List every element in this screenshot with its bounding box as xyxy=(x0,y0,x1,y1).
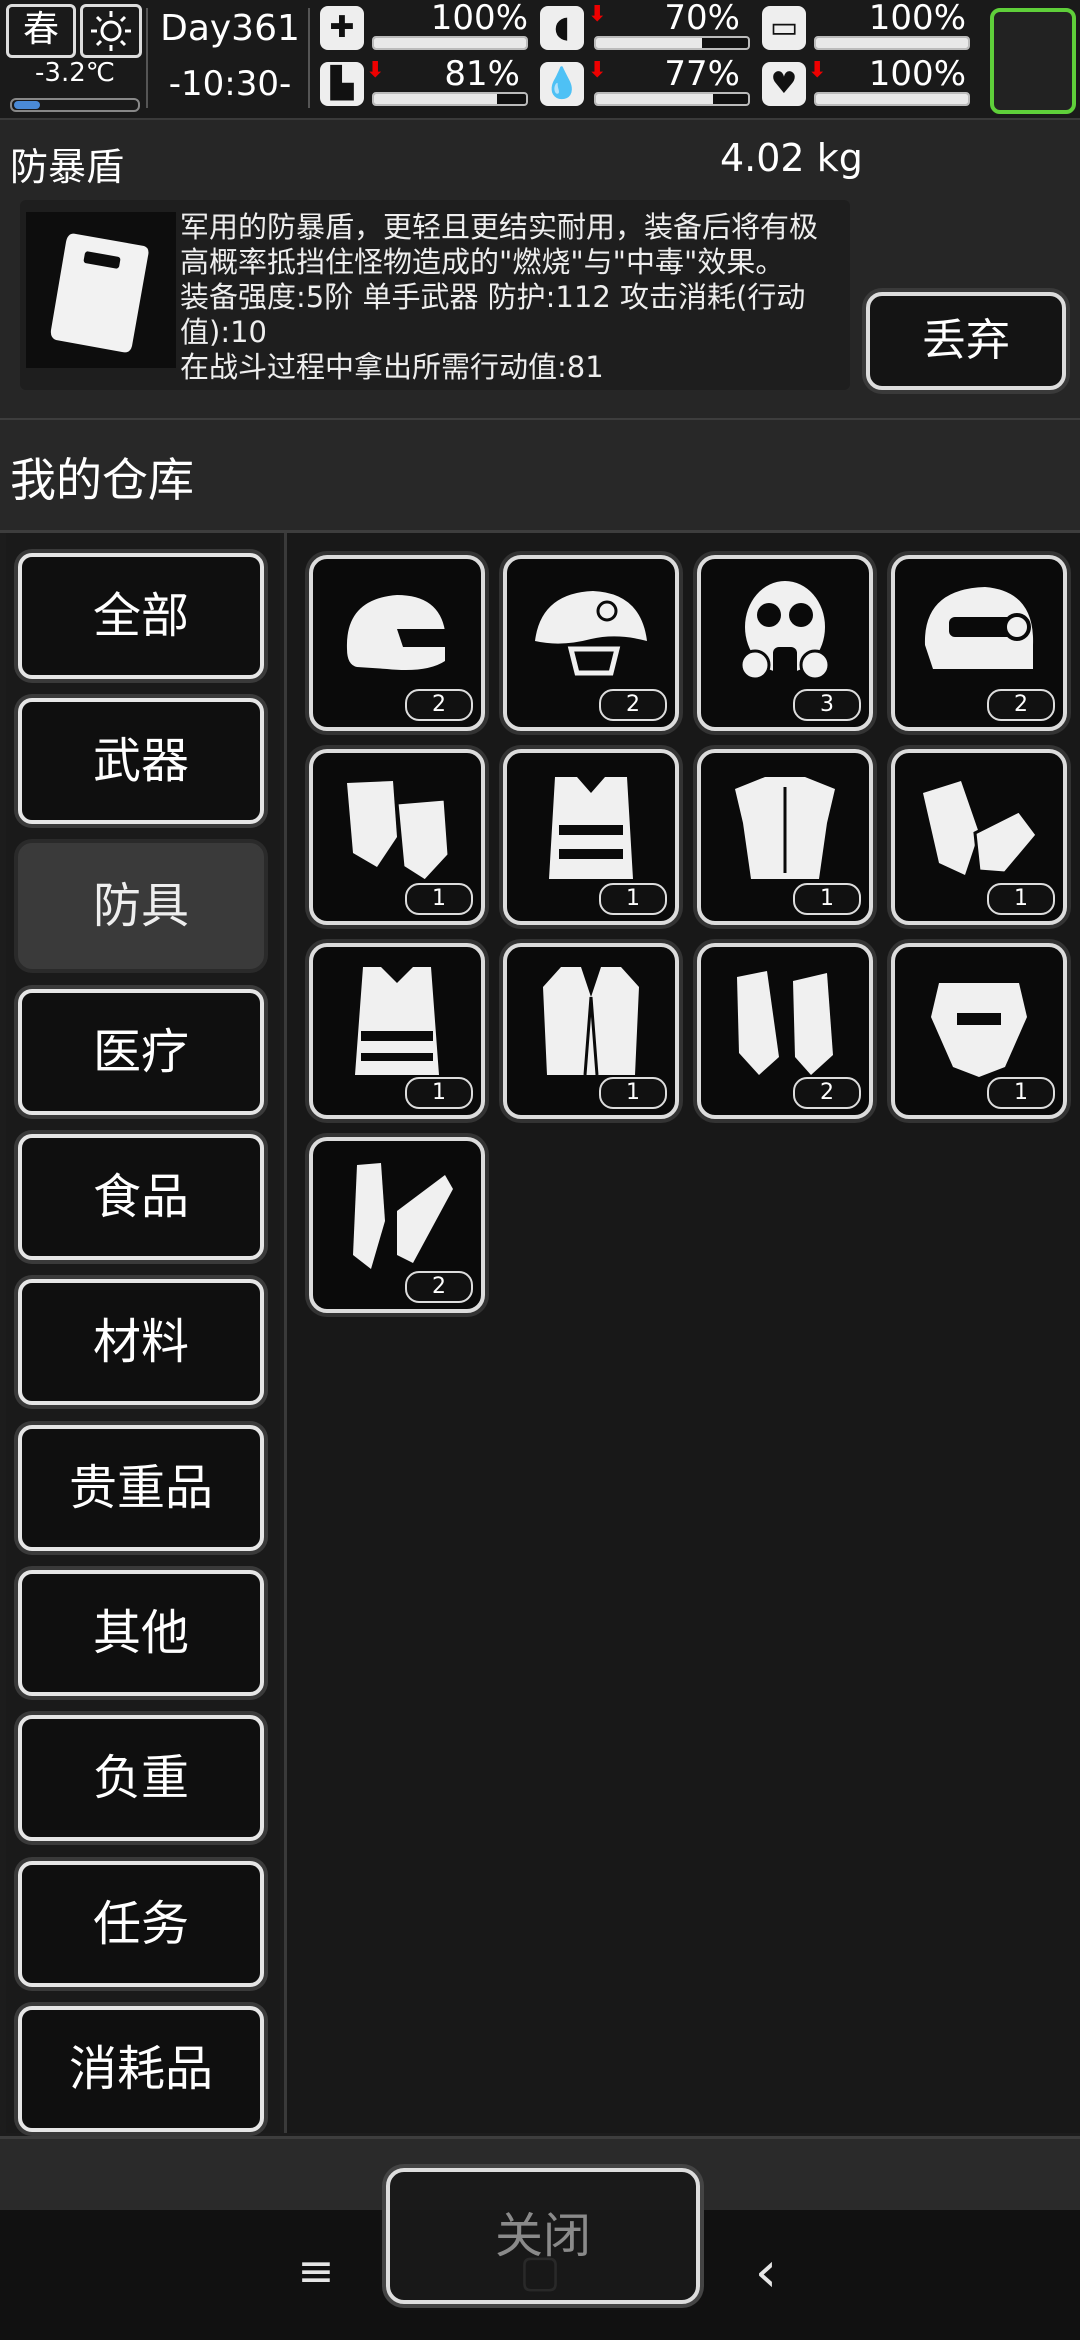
description-line: 值):10 xyxy=(180,315,267,349)
day-counter: Day361 xyxy=(160,8,300,49)
arm-guards-icon xyxy=(353,1163,453,1269)
inventory-slot[interactable]: 1 xyxy=(309,749,485,925)
stamina-value: 81% xyxy=(444,54,520,94)
hunger-bar xyxy=(594,36,750,50)
foot-icon: ▙ xyxy=(320,62,364,106)
item-quantity: 2 xyxy=(793,1077,861,1109)
season-indicator: 春 xyxy=(6,4,76,58)
description-line: 装备强度:5阶 单手武器 防护:112 攻击消耗(行动 xyxy=(180,280,806,314)
quick-slot[interactable] xyxy=(990,8,1076,114)
inventory-slot[interactable]: 3 xyxy=(697,555,873,731)
item-detail-panel: 防暴盾 4.02 kg 军用的防暴盾，更轻且更结实耐用，装备后将有极 高概率抵挡… xyxy=(0,120,1080,421)
warehouse-header: 我的仓库 xyxy=(0,420,1080,533)
gas-mask-icon xyxy=(739,581,831,681)
category-consumables[interactable]: 消耗品 xyxy=(18,2006,264,2132)
gloves-icon xyxy=(923,781,1039,875)
inventory-slot[interactable]: 2 xyxy=(697,943,873,1119)
item-quantity: 1 xyxy=(599,1077,667,1109)
item-quantity: 1 xyxy=(599,883,667,915)
category-weapons[interactable]: 武器 xyxy=(18,698,264,824)
bandage-icon: ▭ xyxy=(762,6,806,50)
power-armor-icon xyxy=(931,983,1027,1077)
inventory-slot[interactable]: 1 xyxy=(697,749,873,925)
tactical-helmet-icon xyxy=(924,587,1034,669)
item-quantity: 1 xyxy=(987,883,1055,915)
military-helmet-icon xyxy=(535,591,647,676)
body-armor-icon xyxy=(735,777,835,879)
fingerless-gloves-icon xyxy=(347,781,451,883)
mood-value: 100% xyxy=(868,54,966,94)
divider xyxy=(308,8,310,108)
item-quantity: 1 xyxy=(405,1077,473,1109)
description-line: 军用的防暴盾，更轻且更结实耐用，装备后将有极 xyxy=(180,210,819,244)
injury-bar xyxy=(814,36,970,50)
first-aid-icon: ✚ xyxy=(320,6,364,50)
game-time: -10:30- xyxy=(168,64,292,104)
bulletproof-vest-icon xyxy=(355,967,439,1075)
shin-guards-icon xyxy=(737,971,833,1075)
description-line: 高概率抵挡住怪物造成的"燃烧"与"中毒"效果。 xyxy=(180,245,785,279)
stomach-icon: ◖ xyxy=(540,6,584,50)
thirst-value: 77% xyxy=(664,54,740,94)
inventory-slot[interactable]: 2 xyxy=(309,1137,485,1313)
temperature-bar xyxy=(10,98,140,112)
inventory-slot[interactable]: 1 xyxy=(503,749,679,925)
category-quest[interactable]: 任务 xyxy=(18,1861,264,1987)
inventory-slot[interactable]: 1 xyxy=(891,749,1067,925)
health-value: 100% xyxy=(430,0,528,38)
category-sidebar: 全部 武器 防具 医疗 食品 材料 贵重品 其他 负重 任务 消耗品 xyxy=(6,533,280,2133)
thirst-bar xyxy=(594,92,750,106)
category-food[interactable]: 食品 xyxy=(18,1134,264,1260)
category-valuables[interactable]: 贵重品 xyxy=(18,1425,264,1551)
item-quantity: 1 xyxy=(405,883,473,915)
item-quantity: 2 xyxy=(405,689,473,721)
back-icon[interactable]: ‹ xyxy=(736,2240,796,2305)
item-description-box: 军用的防暴盾，更轻且更结实耐用，装备后将有极 高概率抵挡住怪物造成的"燃烧"与"… xyxy=(20,200,850,390)
health-bar xyxy=(372,36,528,50)
item-quantity: 2 xyxy=(599,689,667,721)
suit-jacket-icon xyxy=(543,967,639,1076)
item-description: 军用的防暴盾，更轻且更结实耐用，装备后将有极 高概率抵挡住怪物造成的"燃烧"与"… xyxy=(180,210,850,385)
description-line: 在战斗过程中拿出所需行动值:81 xyxy=(180,350,604,384)
inventory-slot[interactable]: 1 xyxy=(891,943,1067,1119)
motorcycle-helmet-icon xyxy=(346,595,445,670)
category-load[interactable]: 负重 xyxy=(18,1715,264,1841)
warehouse-title: 我的仓库 xyxy=(10,453,194,507)
inventory-slot[interactable]: 2 xyxy=(309,555,485,731)
status-bar: 春 -3.2℃ Day361 -10:30- ✚ 100% ◖ ⬇ 70% ▭ … xyxy=(0,0,1080,121)
category-other[interactable]: 其他 xyxy=(18,1570,264,1696)
category-materials[interactable]: 材料 xyxy=(18,1279,264,1405)
injury-value: 100% xyxy=(868,0,966,38)
item-grid: 2 2 3 2 1 1 1 1 1 1 2 1 2 xyxy=(284,533,1080,2133)
item-quantity: 2 xyxy=(987,689,1055,721)
close-button[interactable]: 关闭 xyxy=(386,2168,700,2304)
item-weight: 4.02 kg xyxy=(720,136,863,180)
heart-icon: ♥ xyxy=(762,62,806,106)
stamina-bar xyxy=(372,92,528,106)
category-armor[interactable]: 防具 xyxy=(18,843,264,969)
category-all[interactable]: 全部 xyxy=(18,553,264,679)
inventory-slot[interactable]: 1 xyxy=(503,943,679,1119)
mood-bar xyxy=(814,92,970,106)
inventory-slot[interactable]: 2 xyxy=(503,555,679,731)
item-quantity: 3 xyxy=(793,689,861,721)
divider xyxy=(146,8,148,108)
sun-icon xyxy=(80,4,142,58)
item-name: 防暴盾 xyxy=(10,145,125,189)
category-medical[interactable]: 医疗 xyxy=(18,989,264,1115)
item-quantity: 1 xyxy=(793,883,861,915)
discard-button[interactable]: 丢弃 xyxy=(866,292,1066,390)
inventory-slot[interactable]: 1 xyxy=(309,943,485,1119)
temperature-label: -3.2℃ xyxy=(35,58,115,88)
riot-shield-icon xyxy=(26,212,176,368)
tactical-vest-icon xyxy=(549,777,633,879)
item-quantity: 2 xyxy=(405,1271,473,1303)
water-drop-icon: 💧 xyxy=(540,62,584,106)
inventory-slot[interactable]: 2 xyxy=(891,555,1067,731)
hunger-value: 70% xyxy=(664,0,740,38)
item-quantity: 1 xyxy=(987,1077,1055,1109)
menu-icon[interactable]: ≡ xyxy=(286,2246,346,2297)
